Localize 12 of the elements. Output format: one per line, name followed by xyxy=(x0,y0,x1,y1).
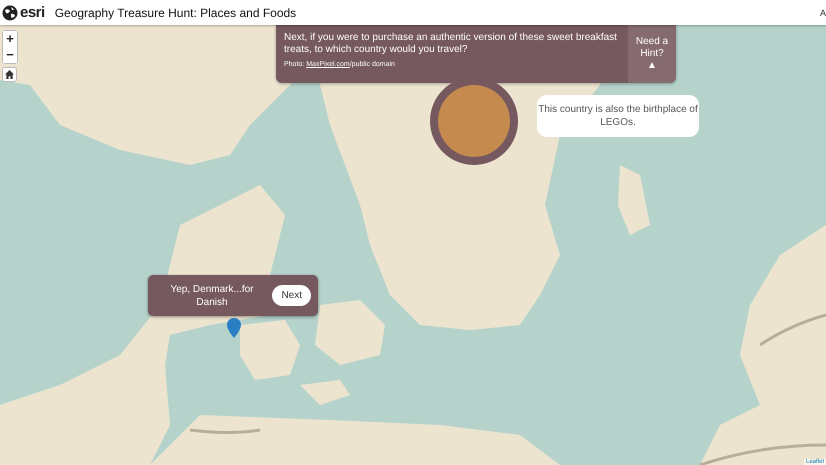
hint-button[interactable]: Need a Hint? ▲ xyxy=(628,25,676,83)
home-button[interactable] xyxy=(2,67,17,82)
answer-text: Yep, Denmark...for Danish xyxy=(169,282,254,308)
home-icon xyxy=(5,70,14,79)
next-button[interactable]: Next xyxy=(272,285,311,306)
header-text: A xyxy=(820,8,826,18)
photo-placeholder xyxy=(438,85,510,157)
logo-text: esri xyxy=(20,4,45,21)
hint-text: This country is also the birthplace of LEGOs. xyxy=(537,103,699,129)
app-title: Geography Treasure Hunt: Places and Foods xyxy=(54,6,296,20)
map-pin-icon xyxy=(227,318,241,338)
question-text: Next, if you were to purchase an authentic version of these sweet breakfast treats, to which country would you travel? xyxy=(284,32,618,56)
